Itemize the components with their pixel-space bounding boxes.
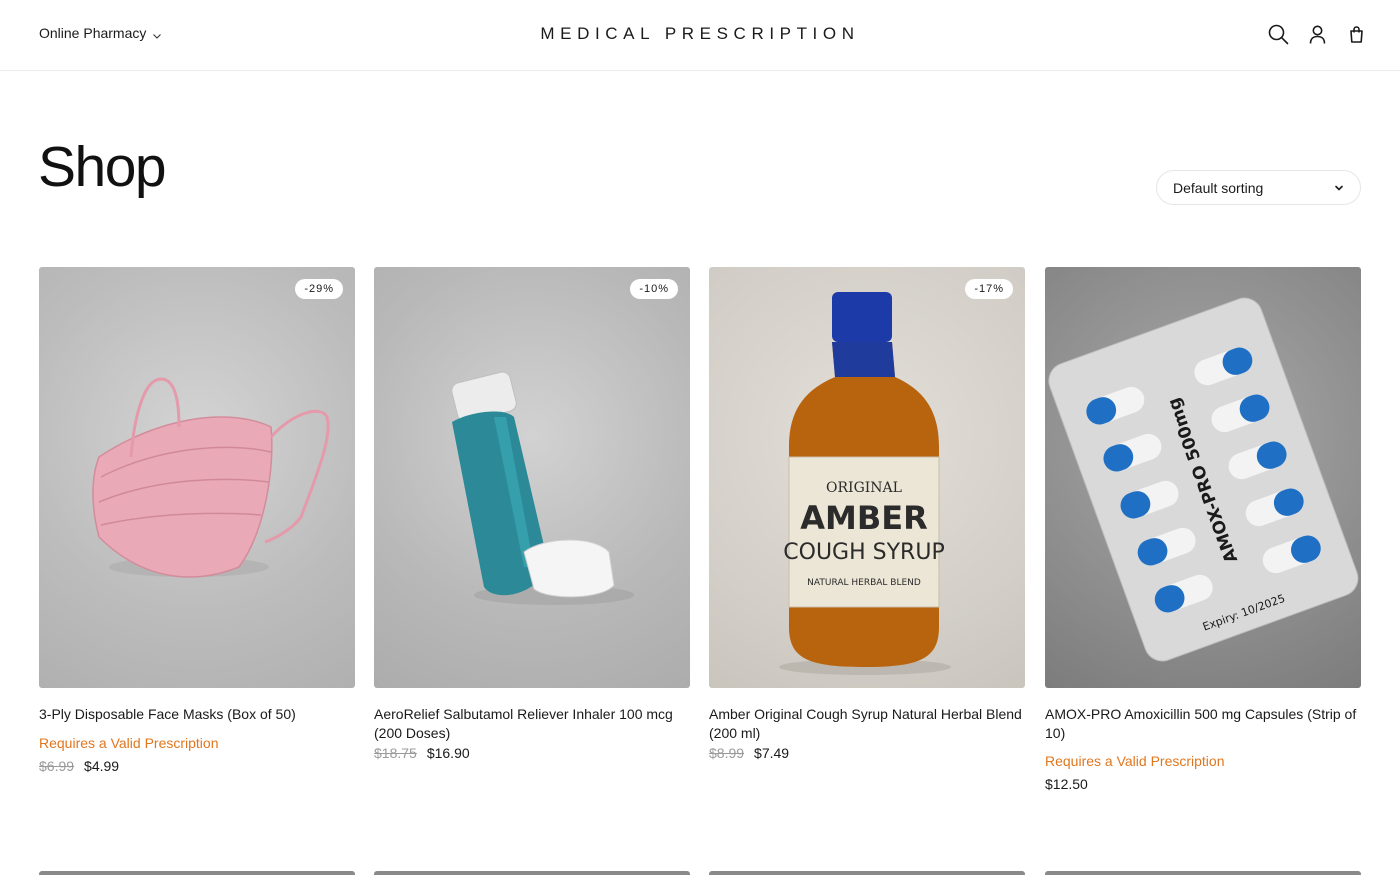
- blister-pack-illustration: AMOX-PRO 500mg Expiry: 10/2025: [1048, 297, 1359, 662]
- product-image-cough-syrup[interactable]: ORIGINAL AMBER COUGH SYRUP NATURAL HERBA…: [709, 267, 1025, 688]
- sorting-select[interactable]: Default sorting: [1156, 170, 1361, 205]
- page-title: Shop: [38, 135, 167, 199]
- price-regular: $12.50: [1045, 776, 1088, 792]
- price-sale: $7.49: [754, 745, 790, 761]
- product-title[interactable]: AeroRelief Salbutamol Reliever Inhaler 1…: [374, 705, 690, 742]
- discount-badge: -17%: [965, 279, 1013, 299]
- product-price: $18.75 $16.90: [374, 745, 690, 761]
- price-sale: $4.99: [84, 757, 120, 774]
- product-image-inhaler[interactable]: -10%: [374, 267, 690, 688]
- product-title[interactable]: 3-Ply Disposable Face Masks (Box of 50): [39, 705, 355, 724]
- discount-badge: -10%: [630, 279, 678, 299]
- product-title[interactable]: AMOX-PRO Amoxicillin 500 mg Capsules (St…: [1045, 705, 1361, 742]
- search-icon[interactable]: [1268, 24, 1289, 45]
- inhaler-illustration: [451, 371, 634, 605]
- product-price: $12.50: [1045, 776, 1361, 792]
- product-image-next-row[interactable]: [374, 871, 690, 875]
- site-brand[interactable]: MEDICAL PRESCRIPTION: [0, 24, 1400, 44]
- product-image-amoxicillin[interactable]: AMOX-PRO 500mg Expiry: 10/2025: [1045, 267, 1361, 688]
- product-image-face-masks[interactable]: -29%: [39, 267, 355, 688]
- cart-icon[interactable]: [1346, 24, 1367, 45]
- product-card: -10% AeroRelief Salbutamol Reliever Inha…: [374, 267, 690, 761]
- chevron-down-icon: [1334, 180, 1344, 196]
- syrup-label-line2: AMBER: [800, 499, 928, 537]
- product-image-next-row[interactable]: [709, 871, 1025, 875]
- syrup-label-line1: ORIGINAL: [826, 480, 902, 496]
- price-original: $6.99: [39, 757, 75, 774]
- product-price: $6.99 $4.99: [39, 758, 355, 774]
- product-card: AMOX-PRO 500mg Expiry: 10/2025 AMOX-PRO …: [1045, 267, 1361, 792]
- price-original: $8.99: [709, 745, 745, 761]
- price-original: $18.75: [374, 745, 417, 761]
- face-mask-illustration: [92, 377, 330, 578]
- discount-badge: -29%: [295, 279, 343, 299]
- site-header: Online Pharmacy MEDICAL PRESCRIPTION: [0, 0, 1400, 71]
- prescription-notice: Requires a Valid Prescription: [1045, 753, 1225, 769]
- product-card: -29% 3-Ply Disposable Face Masks (Box of…: [39, 267, 355, 774]
- syrup-label-line3: COUGH SYRUP: [783, 540, 944, 565]
- syrup-label-line4: NATURAL HERBAL BLEND: [807, 578, 921, 588]
- header-actions: [1268, 24, 1367, 45]
- cough-syrup-bottle: ORIGINAL AMBER COUGH SYRUP NATURAL HERBA…: [779, 292, 951, 675]
- sorting-selected-label: Default sorting: [1173, 179, 1264, 196]
- product-image-next-row[interactable]: [1045, 871, 1361, 875]
- product-title[interactable]: Amber Original Cough Syrup Natural Herba…: [709, 705, 1025, 742]
- product-price: $8.99 $7.49: [709, 745, 1025, 761]
- prescription-notice: Requires a Valid Prescription: [39, 734, 219, 751]
- price-sale: $16.90: [426, 745, 470, 761]
- product-image-next-row[interactable]: [39, 871, 355, 875]
- product-card: ORIGINAL AMBER COUGH SYRUP NATURAL HERBA…: [709, 267, 1025, 761]
- account-icon[interactable]: [1307, 24, 1328, 45]
